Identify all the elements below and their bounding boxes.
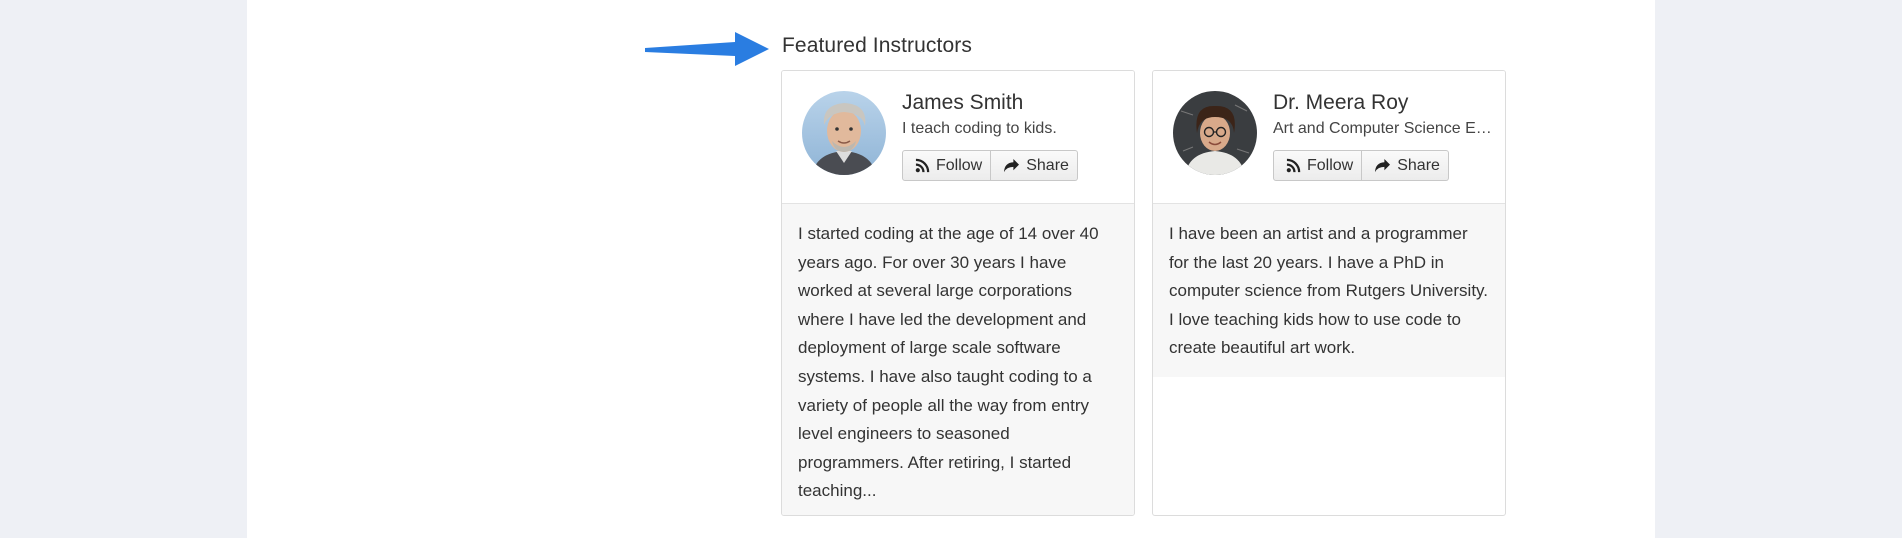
rss-icon bbox=[1286, 158, 1301, 173]
instructor-name[interactable]: Dr. Meera Roy bbox=[1273, 91, 1408, 115]
avatar[interactable] bbox=[802, 91, 886, 175]
share-button[interactable]: Share bbox=[1362, 150, 1449, 181]
follow-label: Follow bbox=[936, 156, 983, 174]
avatar[interactable] bbox=[1173, 91, 1257, 175]
instructor-card-header: James Smith I teach coding to kids. Foll… bbox=[782, 71, 1134, 204]
instructor-tagline: I teach coding to kids. bbox=[902, 120, 1057, 137]
instructor-bio: I have been an artist and a programmer f… bbox=[1153, 204, 1505, 377]
instructor-bio: I started coding at the age of 14 over 4… bbox=[782, 204, 1134, 515]
share-button[interactable]: Share bbox=[991, 150, 1078, 181]
instructor-tagline: Art and Computer Science Educator bbox=[1273, 120, 1493, 137]
section-title: Featured Instructors bbox=[782, 34, 972, 57]
instructor-name[interactable]: James Smith bbox=[902, 91, 1023, 115]
share-icon bbox=[1375, 158, 1391, 173]
rss-icon bbox=[915, 158, 930, 173]
follow-button[interactable]: Follow bbox=[1273, 150, 1363, 181]
follow-button[interactable]: Follow bbox=[902, 150, 992, 181]
action-buttons: Follow Share bbox=[902, 150, 1078, 181]
follow-label: Follow bbox=[1307, 156, 1354, 174]
share-label: Share bbox=[1397, 156, 1440, 174]
action-buttons: Follow Share bbox=[1273, 150, 1449, 181]
share-icon bbox=[1004, 158, 1020, 173]
arrow-pointer-icon bbox=[645, 32, 769, 66]
page-content: Featured Instructors James Smith I teach… bbox=[247, 0, 1655, 538]
instructor-card-header: Dr. Meera Roy Art and Computer Science E… bbox=[1153, 71, 1505, 204]
share-label: Share bbox=[1026, 156, 1069, 174]
instructor-card: James Smith I teach coding to kids. Foll… bbox=[781, 70, 1135, 516]
instructor-card: Dr. Meera Roy Art and Computer Science E… bbox=[1152, 70, 1506, 516]
